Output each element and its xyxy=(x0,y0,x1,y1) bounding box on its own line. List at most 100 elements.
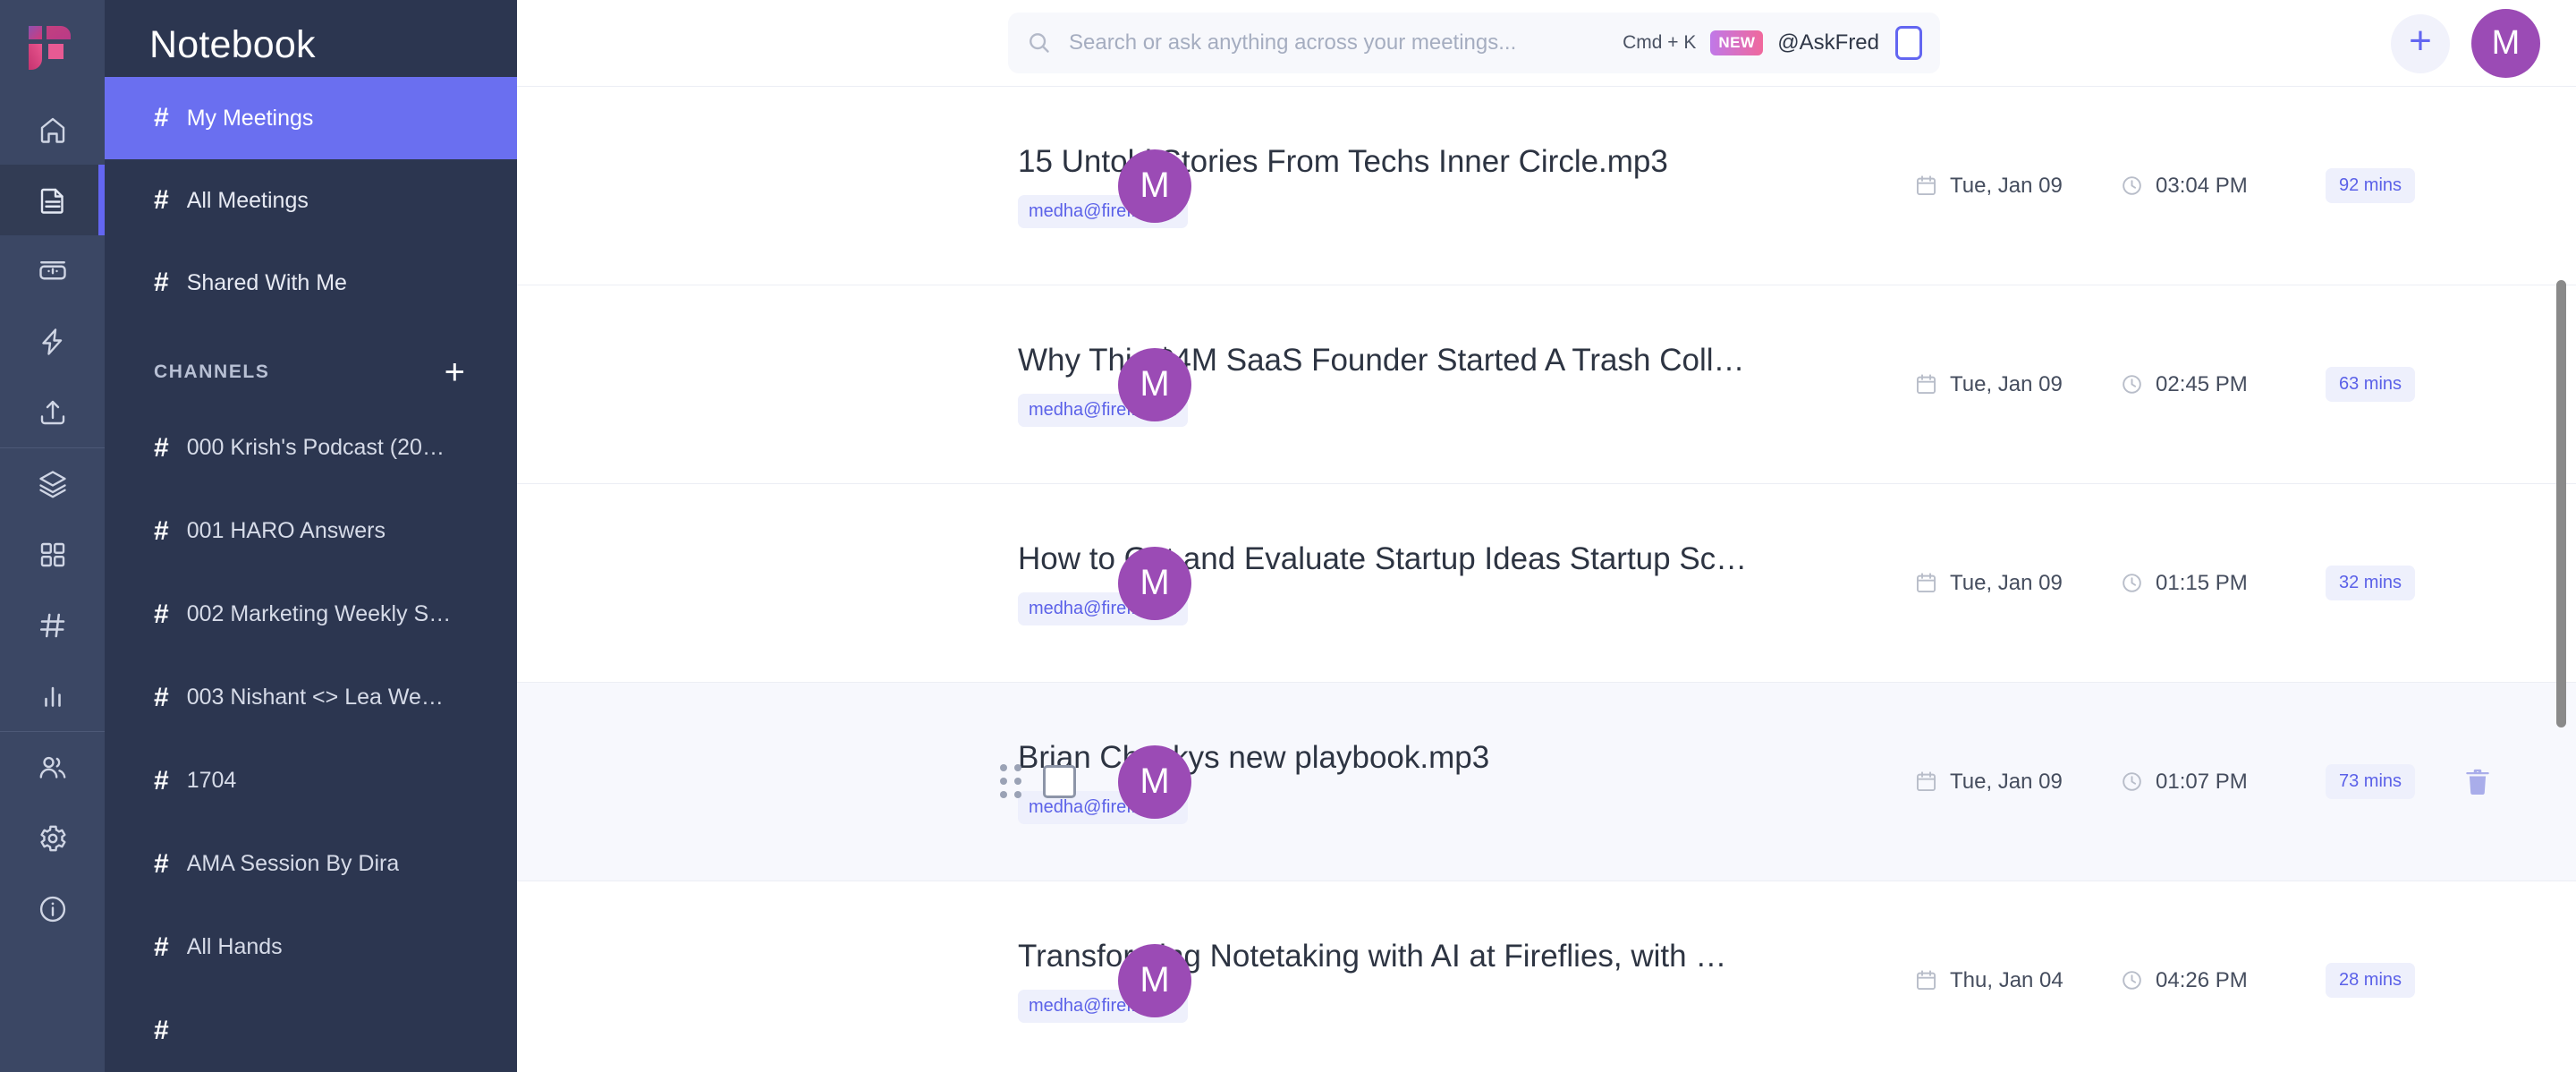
rail-item-channels[interactable] xyxy=(0,590,105,660)
meeting-meta: Tue, Jan 09 01:15 PM 32 mins xyxy=(1914,566,2540,600)
rail-item-info[interactable] xyxy=(0,873,105,944)
fireflies-logo-icon xyxy=(28,25,71,70)
meeting-duration-badge: 73 mins xyxy=(2326,764,2415,799)
icon-rail xyxy=(0,0,105,1072)
add-channel-button[interactable]: + xyxy=(445,354,465,390)
scrollbar-track[interactable] xyxy=(2556,88,2572,1072)
rail-item-settings[interactable] xyxy=(0,803,105,873)
meeting-row-hovered[interactable]: M Brian Cheskys new playbook.mp3 medha@f… xyxy=(517,683,2576,881)
hash-icon: # xyxy=(154,848,169,879)
calendar-icon xyxy=(1916,175,1936,196)
meeting-date-text: Thu, Jan 04 xyxy=(1950,967,2063,992)
meeting-row[interactable]: M Why This $4M SaaS Founder Started A Tr… xyxy=(517,285,2576,484)
meeting-row[interactable]: M 15 Untold Stories From Techs Inner Cir… xyxy=(517,87,2576,285)
rail-item-home[interactable] xyxy=(0,94,105,165)
hash-icon: # xyxy=(154,765,169,795)
delete-icon[interactable] xyxy=(2462,765,2493,799)
meeting-date: Tue, Jan 09 xyxy=(1914,770,2120,795)
hash-icon: # xyxy=(154,185,169,215)
meeting-meta: Tue, Jan 09 01:07 PM 73 mins xyxy=(1914,764,2540,799)
hash-icon: # xyxy=(154,682,169,712)
hash-icon: # xyxy=(154,432,169,463)
channels-header-label: CHANNELS xyxy=(154,362,270,382)
clock-icon xyxy=(2123,574,2141,592)
rail-item-topics[interactable] xyxy=(0,448,105,519)
meeting-date-text: Tue, Jan 09 xyxy=(1950,769,2063,794)
layers-icon xyxy=(38,470,66,498)
meeting-actions xyxy=(2415,765,2540,799)
user-avatar[interactable]: M xyxy=(2471,9,2540,78)
meeting-date: Thu, Jan 04 xyxy=(1914,968,2120,993)
rail-item-apps[interactable] xyxy=(0,519,105,590)
channel-item[interactable]: # 001 HARO Answers xyxy=(105,489,517,573)
rail-item-upload[interactable] xyxy=(0,377,105,447)
channel-item[interactable]: # 003 Nishant <> Lea Week… xyxy=(105,656,517,739)
avatar-initial: M xyxy=(1140,563,1170,602)
rail-item-soundbites[interactable] xyxy=(0,235,105,306)
analytics-icon xyxy=(44,686,61,707)
settings-gear-icon xyxy=(39,825,66,851)
sidebar-item-all-meetings[interactable]: # All Meetings xyxy=(105,159,517,242)
app-root: Notebook # My Meetings # All Meetings # … xyxy=(0,0,2576,1072)
meeting-date-text: Tue, Jan 09 xyxy=(1950,371,2063,396)
channel-item[interactable]: # 1704 xyxy=(105,739,517,822)
channel-item[interactable]: # All Hands xyxy=(105,906,517,989)
meeting-row-checkbox[interactable] xyxy=(1043,765,1076,798)
avatar-initial: M xyxy=(1140,761,1170,801)
meeting-duration-badge: 63 mins xyxy=(2326,367,2415,402)
channel-item[interactable]: # AMA Session By Dira xyxy=(105,822,517,906)
scrollbar-thumb[interactable] xyxy=(2556,280,2566,727)
clock-icon xyxy=(2123,971,2141,990)
channels-header: CHANNELS + xyxy=(105,324,517,406)
rail-item-notebook[interactable] xyxy=(0,165,105,235)
rail-item-analytics[interactable] xyxy=(0,660,105,731)
meeting-avatar-slot: M xyxy=(1118,546,1191,620)
avatar: M xyxy=(1118,943,1191,1017)
add-button[interactable]: + xyxy=(2391,13,2450,73)
meeting-date-text: Tue, Jan 09 xyxy=(1950,570,2063,595)
global-search[interactable]: Cmd + K NEW @AskFred xyxy=(1008,13,1940,73)
meeting-row[interactable]: M How to Get and Evaluate Startup Ideas … xyxy=(517,484,2576,683)
apps-grid-icon xyxy=(40,542,64,566)
home-icon xyxy=(40,117,64,143)
drag-handle-icon[interactable] xyxy=(1000,763,1023,800)
rail-item-automations[interactable] xyxy=(0,306,105,377)
clock-icon xyxy=(2123,375,2141,394)
search-input[interactable] xyxy=(1069,30,1623,55)
soundbite-icon xyxy=(38,260,66,279)
sidebar-item-my-meetings[interactable]: # My Meetings xyxy=(105,77,517,159)
fireflies-logo[interactable] xyxy=(0,0,105,94)
meeting-avatar-slot: M xyxy=(1118,943,1191,1017)
lightning-icon xyxy=(41,328,62,355)
search-icon xyxy=(1030,33,1049,53)
sidebar-item-label: All Meetings xyxy=(186,187,309,213)
channel-label: 1704 xyxy=(186,768,237,793)
sidebar-item-shared-with-me[interactable]: # Shared With Me xyxy=(105,242,517,324)
channel-item-partial[interactable]: # xyxy=(105,989,517,1072)
meeting-time: 03:04 PM xyxy=(2120,174,2326,199)
meeting-duration-badge: 28 mins xyxy=(2326,963,2415,998)
meeting-meta: Tue, Jan 09 02:45 PM 63 mins xyxy=(1914,367,2540,402)
hash-icon: # xyxy=(154,599,169,629)
channel-list: # 000 Krish's Podcast (202… # 001 HARO A… xyxy=(105,406,517,1072)
meeting-list: M 15 Untold Stories From Techs Inner Cir… xyxy=(517,87,2576,1072)
sidebar-title: Notebook xyxy=(149,23,316,66)
meeting-row[interactable]: M Transforming Notetaking with AI at Fir… xyxy=(517,881,2576,1072)
info-icon xyxy=(39,896,65,922)
hash-icon: # xyxy=(154,1015,169,1045)
clock-icon xyxy=(2123,176,2141,195)
channel-label: 003 Nishant <> Lea Week… xyxy=(186,685,455,710)
channel-item[interactable]: # 002 Marketing Weekly Sy… xyxy=(105,573,517,656)
channel-label: 002 Marketing Weekly Sy… xyxy=(186,601,455,626)
top-bar-actions: + M xyxy=(2391,0,2540,87)
channel-item[interactable]: # 000 Krish's Podcast (202… xyxy=(105,406,517,489)
rail-item-team[interactable] xyxy=(0,732,105,803)
channel-label: All Hands xyxy=(186,934,283,959)
askfred-toggle[interactable] xyxy=(1895,26,1922,60)
meeting-time-text: 02:45 PM xyxy=(2156,371,2248,396)
askfred-label: @AskFred xyxy=(1777,30,1879,55)
meeting-duration-badge: 92 mins xyxy=(2326,168,2415,203)
new-badge: NEW xyxy=(1710,30,1764,55)
avatar: M xyxy=(1118,744,1191,819)
meeting-time-text: 01:07 PM xyxy=(2156,769,2248,794)
